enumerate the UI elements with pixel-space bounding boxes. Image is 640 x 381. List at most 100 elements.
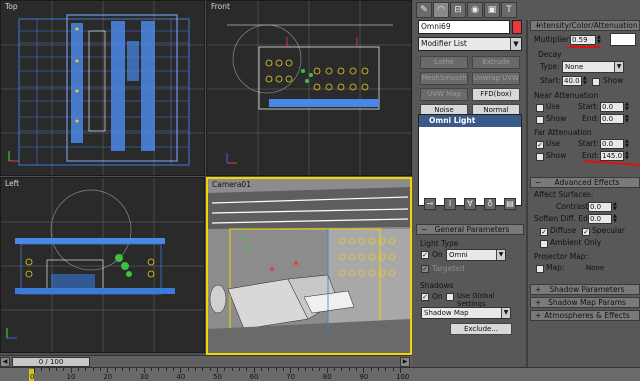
near-show-checkbox[interactable] <box>536 116 544 124</box>
near-use-checkbox[interactable] <box>536 104 544 112</box>
modifier-button-uvw-map[interactable]: UVW Map <box>420 88 468 101</box>
diffuse-checkbox[interactable]: ✓ <box>540 228 548 236</box>
viewport-label-camera[interactable]: Camera01 <box>212 180 251 189</box>
shadows-on-checkbox[interactable]: ✓ <box>421 293 429 301</box>
track-bar[interactable]: 0 10 20 30 40 50 60 70 80 90 100 <box>0 367 640 381</box>
shadow-map-params-title: Shadow Map Params <box>548 298 626 307</box>
hierarchy-icon[interactable]: ⊟ <box>450 2 466 18</box>
motion-icon[interactable]: ◉ <box>467 2 483 18</box>
multiplier-spinner[interactable]: ▲ ▼ <box>597 35 602 45</box>
track-tick-label: 0 <box>30 373 35 381</box>
use-global-settings-checkbox[interactable] <box>446 293 454 301</box>
expand-icon: + <box>535 298 542 307</box>
advanced-effects-header[interactable]: − Advanced Effects <box>530 177 640 188</box>
shadow-type-dropdown[interactable]: Shadow Map ▼ <box>421 307 511 319</box>
atmospheres-effects-header[interactable]: + Atmospheres & Effects <box>530 310 640 321</box>
viewport-front[interactable]: Front <box>206 0 412 176</box>
near-show-label: Show <box>546 114 567 123</box>
track-minor-tick <box>224 368 226 371</box>
far-show-checkbox[interactable] <box>536 153 544 161</box>
pin-stack-icon[interactable]: ⊸ <box>424 198 436 210</box>
intensity-title: Intensity/Color/Attenuation <box>536 21 638 30</box>
decay-show-checkbox[interactable] <box>592 78 600 86</box>
far-end-field[interactable]: 145.0 <box>600 151 624 161</box>
modifier-button-ffd-box[interactable]: FFD(box) <box>472 88 520 101</box>
show-end-result-icon[interactable]: I <box>444 198 456 210</box>
modifier-button-extrude[interactable]: Extrude <box>472 56 520 69</box>
viewport-left[interactable]: Left <box>0 177 205 353</box>
previous-frame-icon[interactable]: ◀ <box>0 357 10 367</box>
viewport-camera[interactable]: Camera01 <box>206 177 412 355</box>
viewport-label-front[interactable]: Front <box>211 2 230 11</box>
shadow-parameters-header[interactable]: + Shadow Parameters <box>530 284 640 295</box>
modifier-button-lathe[interactable]: Lathe <box>420 56 468 69</box>
near-start-spinner[interactable]: ▲ ▼ <box>625 102 630 112</box>
track-minor-tick <box>297 368 299 371</box>
remove-modifier-icon[interactable]: ♁ <box>484 198 496 210</box>
far-end-spinner[interactable]: ▲ ▼ <box>625 151 630 161</box>
ambient-only-label: Ambient Only <box>550 238 602 247</box>
decay-type-dropdown[interactable]: None ▼ <box>562 61 624 73</box>
make-unique-icon[interactable]: ∀ <box>464 198 476 210</box>
decay-start-spinner[interactable]: ▲ ▼ <box>583 76 588 86</box>
shadow-parameters-title: Shadow Parameters <box>549 285 625 294</box>
utilities-icon[interactable]: T <box>501 2 517 18</box>
modifier-button-meshsmooth[interactable]: MeshSmooth <box>420 72 468 85</box>
track-minor-tick <box>385 368 387 371</box>
collapse-icon: − <box>535 21 542 30</box>
general-parameters-header[interactable]: − General Parameters <box>416 224 524 235</box>
soften-edge-spinner[interactable]: ▲ ▼ <box>613 214 618 224</box>
modifier-stack[interactable]: Omni Light <box>418 114 522 206</box>
track-tick-label: 40 <box>176 373 186 381</box>
track-minor-tick <box>348 368 350 371</box>
near-end-spinner[interactable]: ▲ ▼ <box>625 114 630 124</box>
decay-start-label: Start: <box>540 76 561 85</box>
next-frame-icon[interactable]: ▶ <box>400 357 410 367</box>
projector-map-label: Projector Map: <box>534 252 589 261</box>
general-parameters-rollout: − General Parameters Light Type ✓ On Omn… <box>416 224 524 377</box>
contrast-field[interactable]: 0.0 <box>588 202 612 212</box>
modifier-list-dropdown[interactable]: Modifier List ▼ <box>418 37 522 51</box>
viewport-label-left[interactable]: Left <box>5 179 19 188</box>
track-minor-tick <box>275 368 277 371</box>
far-start-field[interactable]: 0.0 <box>600 139 624 149</box>
time-slider[interactable]: ◀ 0 / 100 ▶ <box>0 355 412 367</box>
create-icon[interactable]: ✎ <box>416 2 432 18</box>
intensity-header[interactable]: − Intensity/Color/Attenuation <box>530 20 640 31</box>
multiplier-label: Multiplier: <box>534 35 572 44</box>
far-start-spinner[interactable]: ▲ ▼ <box>625 139 630 149</box>
display-icon[interactable]: ▣ <box>484 2 500 18</box>
modify-icon[interactable]: ◠ <box>433 2 449 18</box>
object-name-field[interactable]: Omni69 <box>418 20 510 34</box>
chevron-down-icon: ▼ <box>510 38 521 50</box>
light-color-swatch[interactable] <box>610 33 636 46</box>
ambient-only-checkbox[interactable] <box>540 240 548 248</box>
viewport-top[interactable]: Top <box>0 0 205 176</box>
decay-start-field[interactable]: 40.0 <box>562 76 582 86</box>
light-type-dropdown[interactable]: Omni ▼ <box>446 249 506 261</box>
shadow-map-params-header[interactable]: + Shadow Map Params <box>530 297 640 308</box>
far-use-checkbox[interactable]: ✓ <box>536 141 544 149</box>
specular-checkbox[interactable]: ✓ <box>582 228 590 236</box>
light-on-checkbox[interactable]: ✓ <box>421 251 429 259</box>
stack-item-omni-light[interactable]: Omni Light <box>419 115 521 127</box>
targeted-checkbox[interactable]: ✓ <box>421 265 429 273</box>
projector-map-button[interactable]: None <box>564 262 626 274</box>
contrast-spinner[interactable]: ▲ ▼ <box>613 202 618 212</box>
modifier-list-label: Modifier List <box>421 39 467 48</box>
modifier-button-unwrap-uvw[interactable]: Unwrap UVW <box>472 72 520 85</box>
near-start-field[interactable]: 0.0 <box>600 102 624 112</box>
contrast-label: Contrast: <box>556 202 591 211</box>
viewport-label-top[interactable]: Top <box>5 2 18 11</box>
near-end-field[interactable]: 0.0 <box>600 114 624 124</box>
soften-edge-field[interactable]: 0.0 <box>588 214 612 224</box>
exclude-button[interactable]: Exclude... <box>450 323 512 335</box>
projector-map-checkbox[interactable] <box>536 265 544 273</box>
multiplier-field[interactable]: 0.59 <box>570 35 596 45</box>
shadows-label: Shadows <box>420 281 454 290</box>
time-slider-thumb[interactable]: 0 / 100 <box>12 357 90 367</box>
object-color-swatch[interactable] <box>512 20 522 34</box>
configure-sets-icon[interactable]: ▤ <box>504 198 516 210</box>
track-minor-tick <box>165 368 167 371</box>
track-minor-tick <box>48 368 50 371</box>
